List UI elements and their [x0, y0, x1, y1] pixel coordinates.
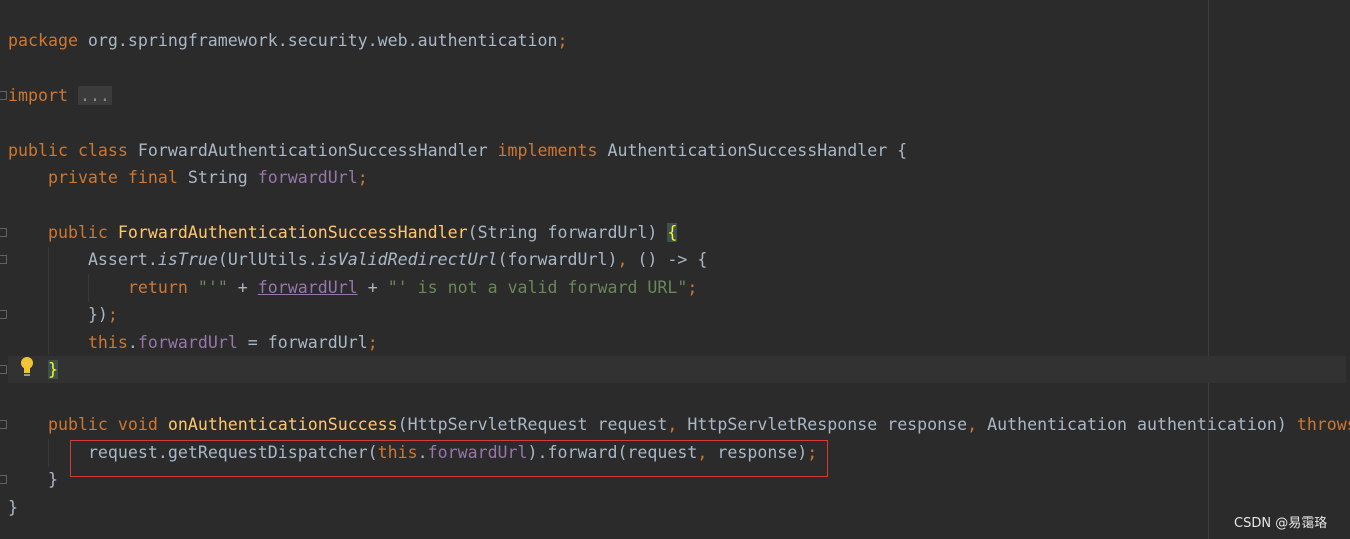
right-margin-guide	[1208, 0, 1209, 539]
code-line-assert: Assert.isTrue(UrlUtils.isValidRedirectUr…	[87, 250, 708, 269]
fold-marker-import[interactable]	[0, 91, 7, 100]
code-line-method-decl: public void onAuthenticationSuccess(Http…	[47, 415, 1350, 434]
gutter	[0, 0, 8, 539]
import-fold-placeholder[interactable]: ...	[77, 86, 112, 105]
caret-line-highlight	[8, 356, 1346, 383]
code-line-method-close: }	[47, 470, 58, 489]
fold-marker-method[interactable]	[0, 420, 7, 429]
code-editor[interactable]: package org.springframework.security.web…	[0, 0, 1350, 539]
code-line-assign: this.forwardUrl = forwardUrl;	[87, 333, 378, 352]
code-line-class-decl: public class ForwardAuthenticationSucces…	[8, 141, 908, 160]
fold-marker-ctor[interactable]	[0, 228, 7, 237]
code-line-class-close: }	[8, 498, 18, 517]
annotation-highlight-box	[70, 440, 828, 477]
fold-marker-ctor-end[interactable]	[0, 365, 7, 374]
code-line-ctor-decl: public ForwardAuthenticationSuccessHandl…	[47, 223, 678, 242]
matched-brace-close: }	[47, 360, 58, 379]
code-line-return: return "'" + forwardUrl + "' is not a va…	[127, 278, 698, 297]
fold-marker-lambda[interactable]	[0, 255, 7, 264]
code-line-package: package org.springframework.security.web…	[8, 31, 568, 50]
matched-brace: {	[667, 223, 678, 242]
fold-marker-lambda-end[interactable]	[0, 310, 7, 319]
code-line-close-lambda: });	[87, 305, 118, 324]
watermark: CSDN @易霭珞	[1234, 516, 1328, 531]
code-line-field: private final String forwardUrl;	[47, 168, 368, 187]
code-line-import: import ...	[8, 86, 112, 105]
fold-marker-method-end[interactable]	[0, 475, 7, 484]
lightbulb-icon[interactable]	[18, 356, 36, 378]
